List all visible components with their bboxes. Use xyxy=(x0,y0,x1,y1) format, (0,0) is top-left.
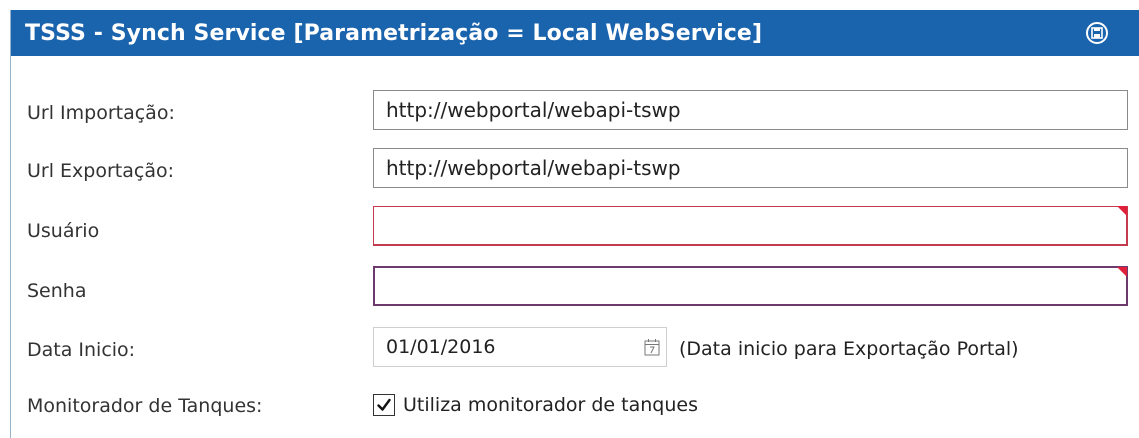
checkmark-icon xyxy=(377,398,391,411)
usuario-input[interactable] xyxy=(373,206,1128,246)
url-exportacao-label: Url Exportação: xyxy=(27,160,174,182)
validation-error-marker xyxy=(1117,267,1127,277)
data-inicio-value: 01/01/2016 xyxy=(386,336,496,358)
data-inicio-picker[interactable]: 01/01/2016 xyxy=(373,327,667,367)
senha-input[interactable] xyxy=(373,266,1128,306)
url-importacao-input[interactable]: http://webportal/webapi-tswp xyxy=(373,90,1128,130)
save-disk-icon[interactable] xyxy=(1086,22,1108,44)
usuario-label: Usuário xyxy=(27,220,100,242)
data-inicio-label: Data Inicio: xyxy=(27,339,136,361)
data-inicio-hint: (Data inicio para Exportação Portal) xyxy=(679,338,1019,360)
senha-label: Senha xyxy=(27,280,87,302)
validation-error-marker xyxy=(1117,206,1127,216)
monitorador-label: Monitorador de Tanques: xyxy=(27,395,263,417)
url-exportacao-input[interactable]: http://webportal/webapi-tswp xyxy=(373,148,1128,188)
url-importacao-value: http://webportal/webapi-tswp xyxy=(386,98,681,122)
monitorador-checkbox-label[interactable]: Utiliza monitorador de tanques xyxy=(403,394,698,416)
monitorador-checkbox[interactable] xyxy=(373,394,395,416)
url-importacao-label: Url Importação: xyxy=(27,102,175,124)
synch-service-panel: TSSS - Synch Service [Parametrização = L… xyxy=(10,10,1139,438)
calendar-icon[interactable] xyxy=(644,338,660,356)
url-exportacao-value: http://webportal/webapi-tswp xyxy=(386,156,681,180)
panel-title: TSSS - Synch Service [Parametrização = L… xyxy=(25,20,763,46)
panel-title-bar: TSSS - Synch Service [Parametrização = L… xyxy=(11,10,1139,56)
